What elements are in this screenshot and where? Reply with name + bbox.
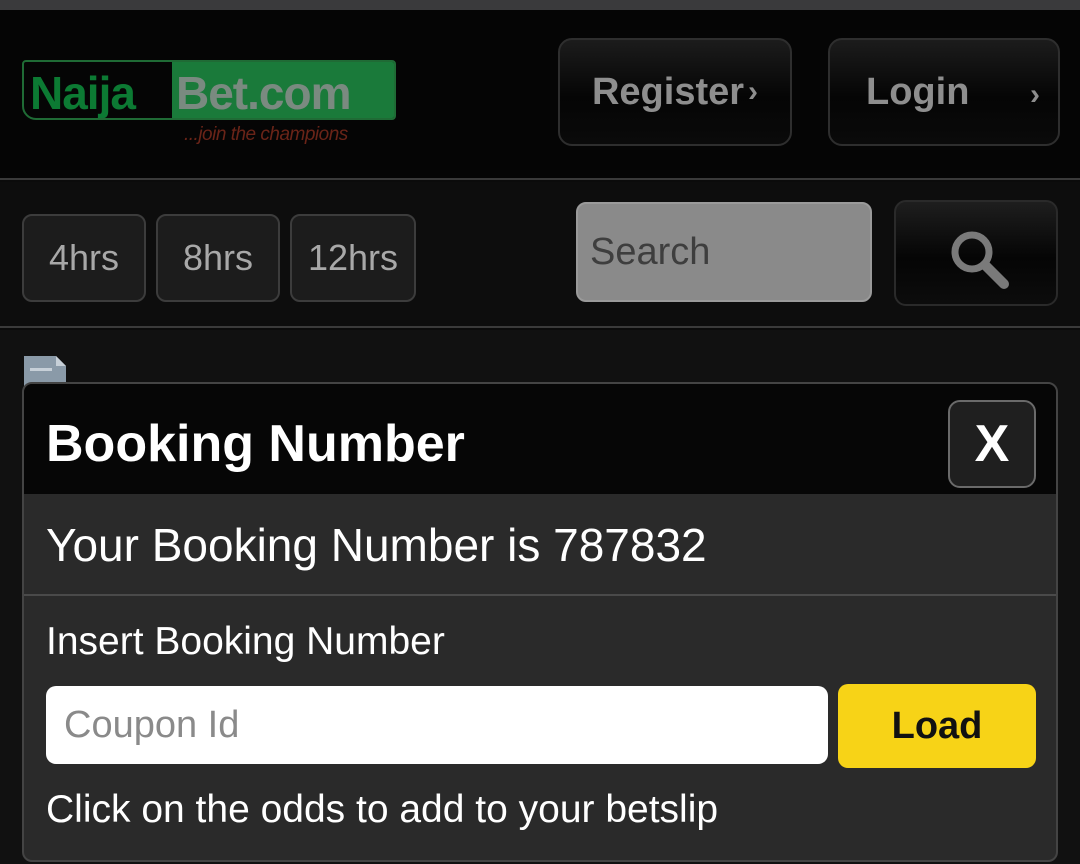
register-label: Register	[591, 70, 745, 113]
logo-text-naija: Naija	[30, 67, 136, 119]
chevron-right-icon: ›	[1030, 78, 1040, 111]
register-button[interactable]: Register ›	[558, 38, 792, 146]
modal-header: Booking Number X	[24, 384, 1056, 494]
login-button[interactable]: Login ›	[828, 38, 1060, 146]
modal-title: Booking Number	[46, 415, 465, 473]
search-input[interactable]	[576, 202, 872, 302]
login-label: Login	[866, 70, 970, 113]
logo-box: Naija Bet.com	[22, 60, 396, 120]
filter-12hrs-button[interactable]: 12hrs	[290, 214, 416, 302]
load-button[interactable]: Load	[838, 684, 1036, 768]
betslip-hint: Click on the odds to add to your betslip	[46, 788, 719, 831]
booking-number-message: Your Booking Number is 787832	[46, 519, 707, 571]
top-strip	[0, 0, 1080, 10]
chevron-right-icon: ›	[748, 75, 759, 108]
filter-4hrs-button[interactable]: 4hrs	[22, 214, 146, 302]
insert-booking-label: Insert Booking Number	[46, 620, 445, 663]
search-button[interactable]	[894, 200, 1058, 306]
filter-8hrs-button[interactable]: 8hrs	[156, 214, 280, 302]
booking-number-modal: Booking Number X Your Booking Number is …	[22, 382, 1058, 862]
logo-tagline: ...join the champions	[184, 124, 348, 145]
coupon-id-input[interactable]	[46, 686, 828, 764]
filter-bar: 4hrs 8hrs 12hrs	[0, 182, 1080, 328]
modal-divider	[24, 594, 1056, 596]
site-logo[interactable]: Naija Bet.com ...join the champions	[22, 60, 402, 150]
close-button[interactable]: X	[948, 400, 1036, 488]
search-icon	[951, 231, 1009, 289]
logo-text-bet: Bet.com	[176, 67, 351, 119]
main-content: Booking Number X Your Booking Number is …	[0, 330, 1080, 864]
site-header: Naija Bet.com ...join the champions Regi…	[0, 10, 1080, 180]
